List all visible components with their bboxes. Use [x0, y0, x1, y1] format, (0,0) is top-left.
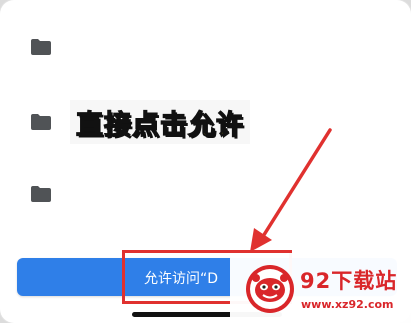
folder-item-1[interactable] [30, 38, 52, 56]
folder-icon [31, 39, 51, 55]
folder-icon [31, 114, 51, 130]
instruction-caption-text: 直接点击允许 [75, 109, 244, 141]
watermark-logo-icon [246, 265, 294, 313]
watermark-title: 92下载站 [300, 269, 398, 293]
folder-item-2[interactable] [30, 113, 52, 131]
folder-item-3[interactable] [30, 185, 52, 203]
site-watermark: 92下载站 www.xz92.com [230, 253, 411, 323]
folder-icon [31, 186, 51, 202]
instruction-caption: 直接点击允许 [70, 100, 250, 144]
screenshot-stage: 直接点击允许 允许访问“D 92下载站 www.xz92.com [0, 0, 411, 323]
watermark-url: www.xz92.com [301, 298, 394, 311]
